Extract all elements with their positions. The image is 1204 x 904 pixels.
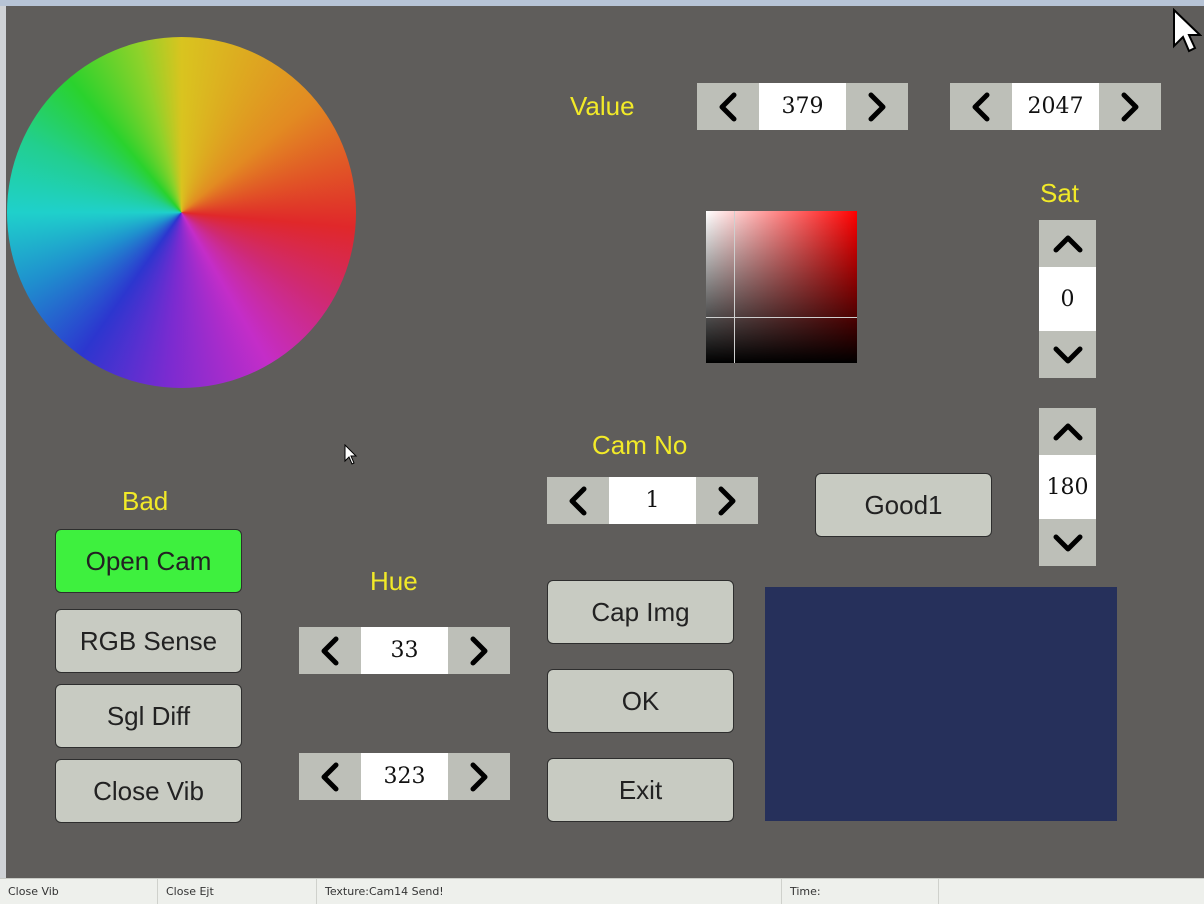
good1-button[interactable]: Good1 bbox=[815, 473, 992, 537]
title-strip bbox=[0, 0, 1204, 6]
sat-top-decrement-button[interactable] bbox=[1039, 331, 1096, 378]
camera-preview bbox=[765, 587, 1117, 821]
cam-no-label: Cam No bbox=[592, 430, 688, 460]
hue-label: Hue bbox=[370, 566, 418, 596]
status-close-vib: Close Vib bbox=[0, 879, 158, 904]
cam-no-spinner: 1 bbox=[547, 477, 758, 524]
sat-bottom-field[interactable]: 180 bbox=[1039, 455, 1096, 519]
cap-img-button[interactable]: Cap Img bbox=[547, 580, 734, 644]
picker-crosshair-vertical bbox=[734, 211, 735, 363]
chevron-right-icon bbox=[1121, 92, 1139, 121]
value-label: Value bbox=[570, 91, 635, 121]
status-empty bbox=[939, 879, 1204, 904]
sat-top-field[interactable]: 0 bbox=[1039, 267, 1096, 331]
status-close-ejt: Close Ejt bbox=[158, 879, 317, 904]
cam-no-decrement-button[interactable] bbox=[547, 477, 609, 524]
chevron-left-icon bbox=[719, 92, 737, 121]
color-wheel[interactable] bbox=[7, 37, 356, 388]
sat-bottom-increment-button[interactable] bbox=[1039, 408, 1096, 455]
cam-no-field[interactable]: 1 bbox=[609, 477, 696, 524]
chevron-left-icon bbox=[569, 486, 587, 515]
value-low-decrement-button[interactable] bbox=[697, 83, 759, 130]
sat-label: Sat bbox=[1040, 178, 1080, 208]
hue-low-field[interactable]: 33 bbox=[361, 627, 448, 674]
sat-top-increment-button[interactable] bbox=[1039, 220, 1096, 267]
value-high-field[interactable]: 2047 bbox=[1012, 83, 1099, 130]
hue-low-increment-button[interactable] bbox=[448, 627, 510, 674]
cam-no-increment-button[interactable] bbox=[696, 477, 758, 524]
exit-button[interactable]: Exit bbox=[547, 758, 734, 822]
bad-label: Bad bbox=[122, 486, 169, 516]
value-low-increment-button[interactable] bbox=[846, 83, 908, 130]
chevron-up-icon bbox=[1053, 423, 1082, 440]
status-bar: Close Vib Close Ejt Texture:Cam14 Send! … bbox=[0, 878, 1204, 904]
hue-high-spinner: 323 bbox=[299, 753, 510, 800]
rgb-sense-button[interactable]: RGB Sense bbox=[55, 609, 242, 673]
window-border bbox=[0, 6, 6, 878]
sgl-diff-button[interactable]: Sgl Diff bbox=[55, 684, 242, 748]
close-vib-button[interactable]: Close Vib bbox=[55, 759, 242, 823]
status-time: Time: bbox=[782, 879, 939, 904]
pointer-cursor-icon bbox=[344, 444, 358, 465]
value-low-field[interactable]: 379 bbox=[759, 83, 846, 130]
value-high-decrement-button[interactable] bbox=[950, 83, 1012, 130]
chevron-right-icon bbox=[470, 762, 488, 791]
open-cam-button[interactable]: Open Cam bbox=[55, 529, 242, 593]
mouse-cursor-icon bbox=[1173, 8, 1202, 53]
chevron-left-icon bbox=[321, 762, 339, 791]
hue-low-spinner: 33 bbox=[299, 627, 510, 674]
chevron-down-icon bbox=[1053, 534, 1082, 551]
picker-crosshair-horizontal bbox=[706, 317, 857, 318]
hue-high-decrement-button[interactable] bbox=[299, 753, 361, 800]
chevron-left-icon bbox=[972, 92, 990, 121]
chevron-right-icon bbox=[718, 486, 736, 515]
ok-button[interactable]: OK bbox=[547, 669, 734, 733]
saturation-value-picker[interactable] bbox=[706, 211, 857, 363]
sat-top-spinner: 0 bbox=[1039, 220, 1096, 378]
chevron-down-icon bbox=[1053, 346, 1082, 363]
status-texture: Texture:Cam14 Send! bbox=[317, 879, 782, 904]
chevron-up-icon bbox=[1053, 235, 1082, 252]
sat-bottom-decrement-button[interactable] bbox=[1039, 519, 1096, 566]
chevron-left-icon bbox=[321, 636, 339, 665]
value-low-spinner: 379 bbox=[697, 83, 908, 130]
hue-low-decrement-button[interactable] bbox=[299, 627, 361, 674]
sat-bottom-spinner: 180 bbox=[1039, 408, 1096, 566]
value-high-spinner: 2047 bbox=[950, 83, 1161, 130]
chevron-right-icon bbox=[868, 92, 886, 121]
chevron-right-icon bbox=[470, 636, 488, 665]
value-high-increment-button[interactable] bbox=[1099, 83, 1161, 130]
hue-high-field[interactable]: 323 bbox=[361, 753, 448, 800]
hue-high-increment-button[interactable] bbox=[448, 753, 510, 800]
